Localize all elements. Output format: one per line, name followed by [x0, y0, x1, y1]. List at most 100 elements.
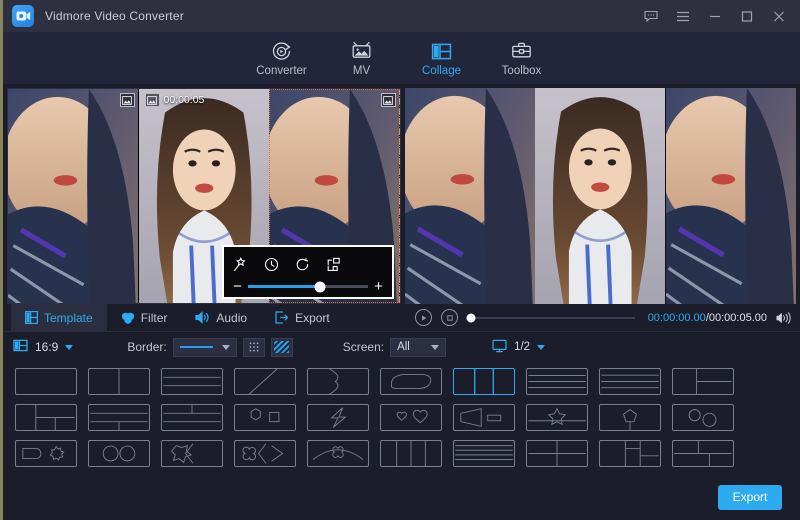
swap-icon[interactable]: [326, 257, 341, 272]
template-4row[interactable]: [599, 368, 661, 395]
aspect-ratio-control[interactable]: 16:9: [13, 338, 73, 356]
template-quad[interactable]: [526, 440, 588, 467]
chevron-down-icon[interactable]: [431, 345, 439, 350]
play-icon[interactable]: [415, 309, 432, 326]
tab-filter-label: Filter: [141, 311, 168, 325]
template-3row[interactable]: [526, 368, 588, 395]
template-4col[interactable]: [380, 440, 442, 467]
clip-duration-badge: 00:00:05: [145, 93, 205, 107]
cell-edit-buttons: [233, 253, 383, 275]
window-controls: [636, 0, 794, 32]
template-star-band[interactable]: [526, 404, 588, 431]
panel-strip: Template Filter: [3, 304, 800, 332]
template-5row[interactable]: [453, 440, 515, 467]
template-diagonal[interactable]: [234, 368, 296, 395]
template-arc-flower[interactable]: [307, 440, 369, 467]
zoom-slider[interactable]: − +: [233, 279, 383, 294]
tab-export-label: Export: [295, 311, 330, 325]
nav-tab-mv[interactable]: MV: [322, 32, 402, 84]
nav-tab-converter[interactable]: Converter: [242, 32, 322, 84]
border-label: Border:: [127, 340, 166, 354]
rotate-icon[interactable]: [295, 257, 310, 272]
template-left-2right[interactable]: [672, 368, 734, 395]
nav-tab-collage-label: Collage: [422, 65, 461, 77]
current-time: 00:00:00.00: [648, 312, 706, 324]
zoom-out-button[interactable]: −: [233, 279, 242, 294]
template-grid: [3, 362, 800, 474]
screen-select[interactable]: All: [390, 338, 446, 357]
template-single[interactable]: [15, 368, 77, 395]
feedback-icon[interactable]: [636, 3, 666, 29]
template-two-circles[interactable]: [88, 440, 150, 467]
preview-cell-3: [666, 88, 797, 304]
template-flower-arrow[interactable]: [234, 440, 296, 467]
zoom-in-button[interactable]: +: [374, 279, 383, 294]
minimize-icon[interactable]: [700, 3, 730, 29]
tab-template-label: Template: [44, 311, 93, 325]
export-icon: [275, 311, 289, 324]
template-bolt[interactable]: [307, 404, 369, 431]
chevron-down-icon[interactable]: [65, 345, 73, 350]
playback-progress[interactable]: [471, 317, 635, 319]
panel-tabs: Template Filter: [3, 304, 403, 331]
template-left-big-3[interactable]: [599, 440, 661, 467]
nav-tab-converter-label: Converter: [256, 65, 307, 77]
volume-icon[interactable]: [776, 312, 792, 324]
maximize-icon[interactable]: [732, 3, 762, 29]
tab-audio[interactable]: Audio: [181, 304, 261, 331]
template-hearts[interactable]: [380, 404, 442, 431]
template-pentagon[interactable]: [599, 404, 661, 431]
template-curve-split[interactable]: [307, 368, 369, 395]
template-icon: [25, 311, 38, 324]
collage-editor[interactable]: 00:00:05: [7, 88, 401, 304]
template-puzzle-star[interactable]: [161, 440, 223, 467]
template-gear[interactable]: [15, 440, 77, 467]
tab-export[interactable]: Export: [261, 304, 344, 331]
magic-wand-icon[interactable]: [233, 257, 248, 272]
tab-audio-label: Audio: [216, 311, 247, 325]
page-indicator[interactable]: 1/2: [492, 339, 545, 356]
cell-edit-toolbar[interactable]: − +: [222, 245, 394, 299]
collage-cell-1[interactable]: [8, 89, 139, 303]
template-3col[interactable]: [453, 368, 515, 395]
main-nav: Converter MV Collage: [3, 32, 800, 84]
page-value: 1/2: [514, 341, 530, 353]
app-logo-icon: [12, 5, 34, 27]
close-icon[interactable]: [764, 3, 794, 29]
monitor-icon: [492, 339, 507, 356]
template-split-2col[interactable]: [88, 368, 150, 395]
preview-player[interactable]: [405, 88, 797, 304]
zoom-track[interactable]: [248, 285, 368, 288]
clip-duration-text: 00:00:05: [164, 94, 205, 106]
template-top-split[interactable]: [161, 404, 223, 431]
border-style-select[interactable]: [173, 338, 237, 357]
border-dots-icon[interactable]: [243, 338, 265, 357]
border-hatch-icon[interactable]: [271, 338, 293, 357]
template-two-blobs[interactable]: [672, 404, 734, 431]
template-bottom-split[interactable]: [88, 404, 150, 431]
footer-bar: Export: [3, 474, 800, 520]
chevron-down-icon[interactable]: [222, 345, 230, 350]
tab-filter[interactable]: Filter: [107, 304, 182, 331]
nav-tab-collage[interactable]: Collage: [402, 32, 482, 84]
export-button[interactable]: Export: [718, 485, 782, 510]
chevron-down-icon[interactable]: [537, 345, 545, 350]
playback-time: 00:00:00.00/00:00:05.00: [648, 312, 767, 324]
template-tri-mix[interactable]: [672, 440, 734, 467]
aspect-ratio-icon: [13, 338, 28, 356]
menu-icon[interactable]: [668, 3, 698, 29]
player-controls: 00:00:00.00/00:00:05.00: [403, 304, 800, 331]
template-rounded[interactable]: [380, 368, 442, 395]
zoom-knob[interactable]: [315, 281, 326, 292]
audio-icon: [195, 311, 210, 324]
template-megaphone[interactable]: [453, 404, 515, 431]
nav-tab-toolbox[interactable]: Toolbox: [482, 32, 562, 84]
template-split-2row[interactable]: [161, 368, 223, 395]
template-hex-square[interactable]: [234, 404, 296, 431]
playback-knob[interactable]: [467, 313, 476, 322]
stop-icon[interactable]: [441, 309, 458, 326]
clock-icon[interactable]: [264, 257, 279, 272]
hatch-swatch: [274, 341, 289, 353]
template-mid-split[interactable]: [15, 404, 77, 431]
tab-template[interactable]: Template: [11, 304, 107, 331]
